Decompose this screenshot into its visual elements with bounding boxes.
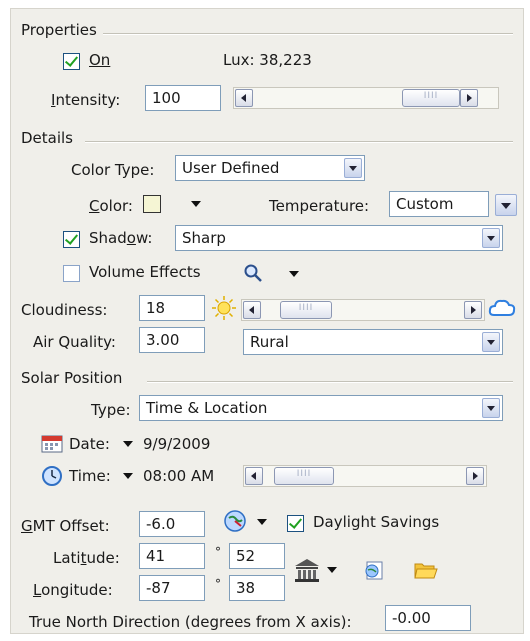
- time-slider[interactable]: [243, 465, 487, 487]
- clock-icon[interactable]: [41, 465, 63, 487]
- intensity-slider[interactable]: [233, 87, 499, 109]
- scroll-left-icon[interactable]: [235, 89, 253, 107]
- solar-position-divider: [147, 381, 513, 383]
- longitude-minutes-input[interactable]: 38: [229, 575, 285, 601]
- air-quality-input[interactable]: 3.00: [139, 327, 205, 353]
- open-folder-icon[interactable]: [413, 559, 439, 581]
- gmt-offset-label: GMT Offset:: [21, 517, 110, 535]
- cloudiness-label: Cloudiness:: [21, 301, 108, 319]
- gmt-offset-input[interactable]: -6.0: [139, 511, 205, 537]
- latitude-degrees-input[interactable]: 41: [139, 543, 205, 569]
- scroll-right-icon[interactable]: [460, 89, 478, 107]
- on-label: On: [89, 51, 111, 69]
- properties-section-title: Properties: [21, 21, 97, 39]
- time-zone-globe-icon[interactable]: [223, 509, 247, 533]
- chevron-down-icon[interactable]: [482, 398, 500, 418]
- slider-thumb[interactable]: [280, 301, 332, 319]
- shadow-checkbox[interactable]: [63, 231, 80, 248]
- slider-thumb[interactable]: [402, 89, 460, 107]
- shadow-value: Sharp: [182, 229, 226, 247]
- solar-position-section-title: Solar Position: [21, 369, 123, 387]
- degree-symbol: °: [215, 577, 221, 591]
- color-type-select[interactable]: User Defined: [175, 155, 365, 181]
- daylight-savings-checkbox[interactable]: [287, 515, 304, 532]
- chevron-down-icon[interactable]: [482, 228, 500, 248]
- light-properties-panel: Properties On Lux: 38,223 Intensity: 100…: [10, 8, 524, 634]
- scroll-right-icon[interactable]: [466, 467, 484, 485]
- chevron-down-icon[interactable]: [482, 332, 500, 352]
- details-divider: [85, 141, 513, 143]
- latitude-label: Latitude:: [53, 549, 120, 567]
- date-value[interactable]: 9/9/2009: [143, 435, 210, 453]
- magnifier-icon[interactable]: [243, 263, 263, 283]
- type-label: Type:: [91, 401, 131, 419]
- globe-document-icon[interactable]: [363, 559, 385, 581]
- cloud-icon: [488, 299, 516, 316]
- details-section-title: Details: [21, 129, 74, 147]
- scroll-left-icon[interactable]: [245, 467, 263, 485]
- true-north-label: True North Direction (degrees from X axi…: [29, 613, 352, 631]
- gmt-dropdown-icon[interactable]: [257, 519, 267, 525]
- solar-type-value: Time & Location: [146, 399, 268, 417]
- slider-thumb[interactable]: [274, 467, 334, 485]
- color-dropdown-icon[interactable]: [191, 201, 201, 207]
- volume-effects-dropdown-icon[interactable]: [289, 271, 299, 277]
- intensity-input[interactable]: 100: [145, 85, 221, 111]
- color-type-value: User Defined: [182, 159, 280, 177]
- longitude-degrees-input[interactable]: -87: [139, 575, 205, 601]
- latitude-minutes-input[interactable]: 52: [229, 543, 285, 569]
- calendar-icon[interactable]: [41, 433, 63, 453]
- color-label: Color:: [89, 197, 133, 215]
- shadow-select[interactable]: Sharp: [175, 225, 503, 251]
- solar-type-select[interactable]: Time & Location: [139, 395, 503, 421]
- lux-readout: Lux: 38,223: [223, 51, 312, 69]
- air-quality-preset: Rural: [250, 333, 289, 351]
- volume-effects-label: Volume Effects: [89, 263, 201, 281]
- volume-effects-checkbox[interactable]: [63, 265, 80, 282]
- temperature-label: Temperature:: [269, 197, 370, 215]
- daylight-savings-label: Daylight Savings: [313, 513, 440, 531]
- cloudiness-input[interactable]: 18: [139, 295, 205, 321]
- chevron-down-icon: [501, 203, 511, 209]
- properties-divider: [103, 33, 513, 35]
- date-dropdown-icon[interactable]: [123, 441, 133, 447]
- degree-symbol: °: [215, 545, 221, 559]
- time-label: Time:: [69, 467, 111, 485]
- air-quality-select[interactable]: Rural: [243, 329, 503, 355]
- color-swatch[interactable]: [143, 195, 161, 213]
- temperature-dropdown-button[interactable]: [495, 194, 517, 216]
- scroll-right-icon[interactable]: [464, 301, 482, 319]
- temperature-input[interactable]: Custom: [389, 191, 489, 217]
- on-checkbox[interactable]: [63, 53, 80, 70]
- city-building-icon[interactable]: [293, 557, 321, 583]
- longitude-label: Longitude:: [33, 581, 113, 599]
- city-dropdown-icon[interactable]: [327, 567, 337, 573]
- time-dropdown-icon[interactable]: [123, 473, 133, 479]
- color-type-label: Color Type:: [71, 161, 155, 179]
- chevron-down-icon[interactable]: [344, 158, 362, 178]
- date-label: Date:: [69, 435, 110, 453]
- air-quality-label: Air Quality:: [33, 333, 116, 351]
- scroll-left-icon[interactable]: [243, 301, 261, 319]
- true-north-input[interactable]: -0.00: [385, 605, 471, 631]
- shadow-label: Shadow:: [89, 229, 153, 247]
- intensity-label: Intensity:: [51, 91, 121, 109]
- cloudiness-slider[interactable]: [241, 299, 485, 321]
- sun-icon: [212, 296, 236, 320]
- time-value[interactable]: 08:00 AM: [143, 467, 214, 485]
